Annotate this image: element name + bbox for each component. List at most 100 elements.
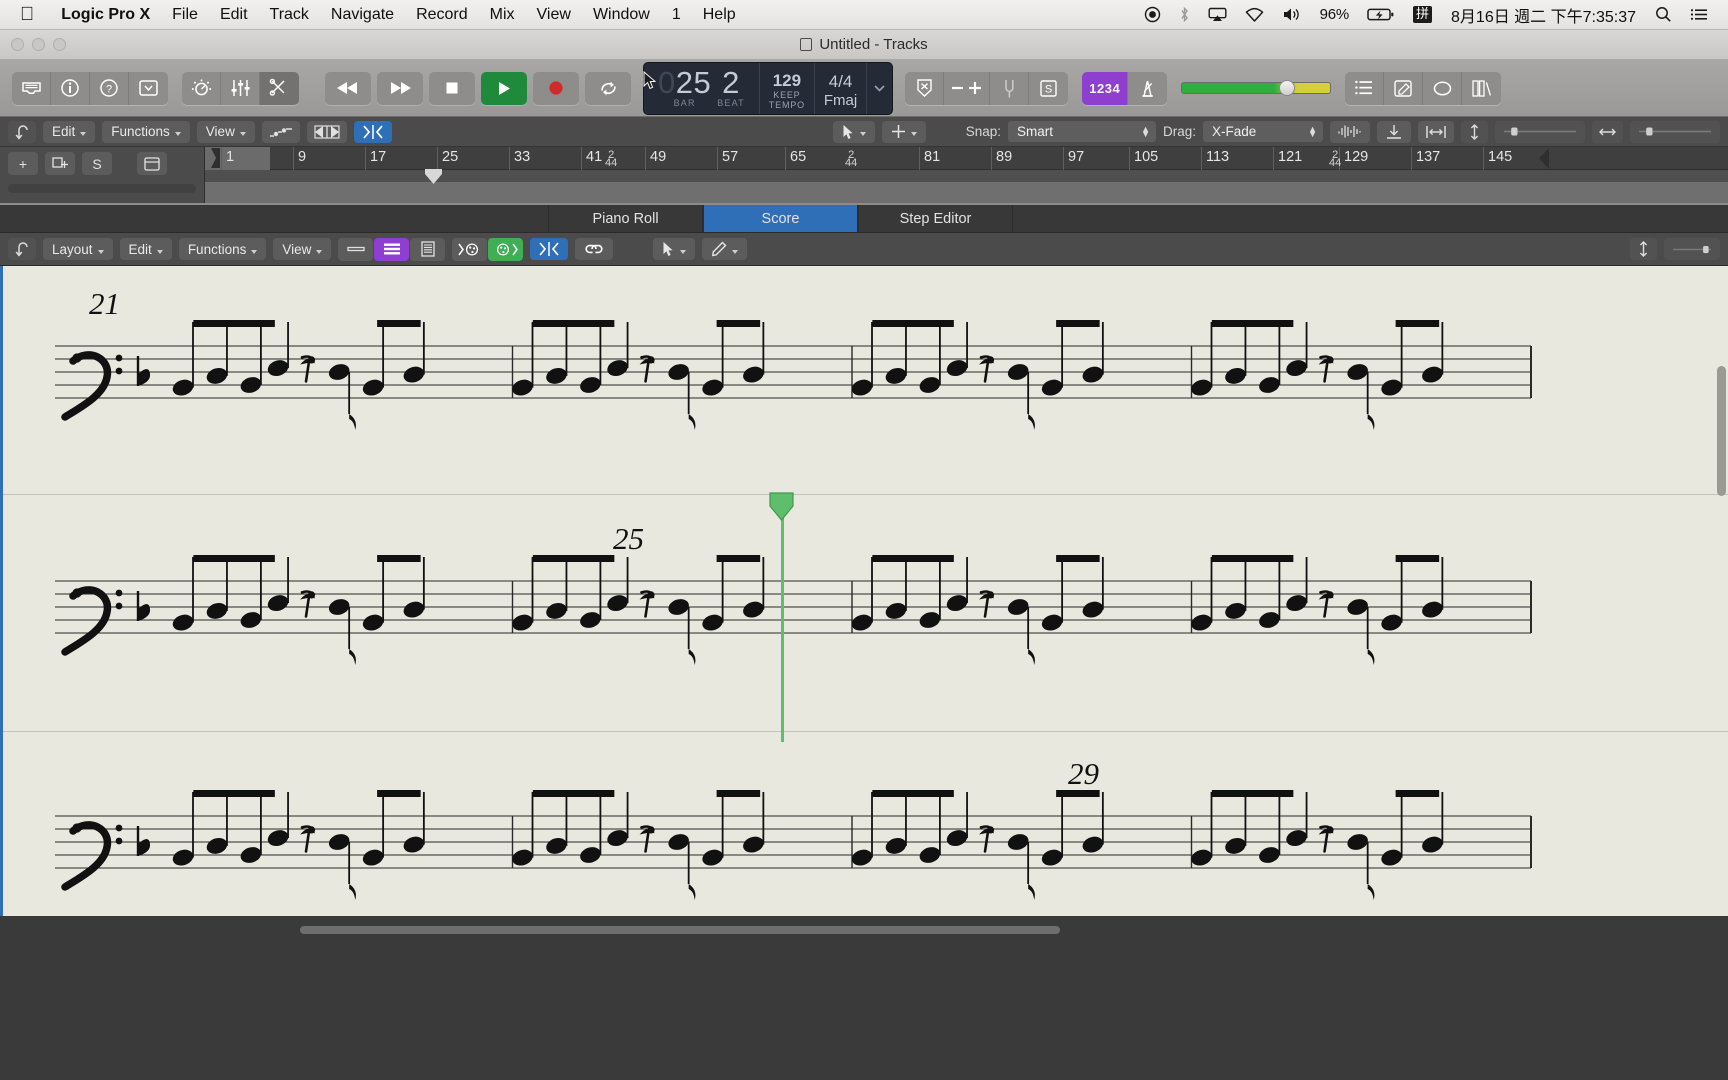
note-head[interactable] <box>544 365 569 386</box>
note-head[interactable] <box>1284 593 1309 614</box>
eighth-rest[interactable] <box>639 590 655 618</box>
note-head[interactable] <box>884 835 909 856</box>
notes-icon[interactable] <box>1384 71 1424 105</box>
note-head[interactable] <box>171 847 196 868</box>
list-editors-icon[interactable] <box>1345 71 1385 105</box>
eighth-rest[interactable] <box>979 825 995 853</box>
note-head[interactable] <box>239 375 264 396</box>
note-head[interactable] <box>1257 845 1282 866</box>
note-head[interactable] <box>945 358 970 379</box>
score-menu-view[interactable]: View <box>273 238 332 260</box>
volume-knob[interactable] <box>1279 80 1296 96</box>
flex-icon[interactable] <box>306 120 347 143</box>
count-in-icon[interactable]: 1234 <box>1082 71 1129 105</box>
menu-item-record[interactable]: Record <box>405 6 479 24</box>
note-head[interactable] <box>666 832 691 853</box>
automation-icon[interactable] <box>261 120 300 143</box>
spotlight-search-icon[interactable] <box>1646 6 1681 23</box>
note-head[interactable] <box>1189 612 1214 633</box>
note-head[interactable] <box>666 362 691 383</box>
note-head[interactable] <box>1345 597 1370 618</box>
note-head[interactable] <box>1257 375 1282 396</box>
solo-icon[interactable]: S <box>1029 71 1069 105</box>
playhead-marker-icon[interactable] <box>425 169 442 184</box>
note-head[interactable] <box>1379 377 1404 398</box>
tab-piano-roll[interactable]: Piano Roll <box>548 205 703 232</box>
note-head[interactable] <box>918 375 943 396</box>
note-head[interactable] <box>1081 834 1106 855</box>
note-head[interactable] <box>1223 365 1248 386</box>
note-head[interactable] <box>266 358 291 379</box>
playhead-handle-icon[interactable] <box>769 492 794 521</box>
zoom-horizontal-slider[interactable] <box>1630 120 1720 143</box>
eighth-rest[interactable] <box>979 590 995 618</box>
score-menu-functions[interactable]: Functions <box>178 238 267 260</box>
note-head[interactable] <box>327 362 352 383</box>
note-head[interactable] <box>945 593 970 614</box>
eighth-rest[interactable] <box>300 590 316 618</box>
tab-score[interactable]: Score <box>703 205 858 232</box>
menu-item-app[interactable]: Logic Pro X <box>50 6 161 24</box>
waveform-zoom-icon[interactable] <box>1330 120 1370 143</box>
eighth-rest[interactable] <box>300 825 316 853</box>
toolbar-toggle-icon[interactable] <box>129 71 168 105</box>
note-head[interactable] <box>327 597 352 618</box>
note-head[interactable] <box>1223 835 1248 856</box>
battery-charging-icon[interactable] <box>1358 6 1404 23</box>
linear-view-icon[interactable] <box>374 237 410 261</box>
zoom-vertical-icon[interactable] <box>1461 120 1488 143</box>
chevron-down-icon[interactable] <box>867 63 892 114</box>
note-color-right-icon[interactable] <box>488 237 524 261</box>
note-head[interactable] <box>1189 377 1214 398</box>
eighth-rest[interactable] <box>1318 590 1334 618</box>
arrange-menu-functions[interactable]: Functions <box>102 120 190 143</box>
note-head[interactable] <box>1257 610 1282 631</box>
horizontal-scrollbar[interactable] <box>300 926 1060 934</box>
cycle-button[interactable] <box>585 71 631 105</box>
note-head[interactable] <box>945 828 970 849</box>
fast-forward-button[interactable] <box>377 71 423 105</box>
staff-system-3[interactable] <box>55 790 1532 900</box>
back-arrow-icon[interactable] <box>8 120 36 143</box>
staff-system-1[interactable] <box>55 320 1532 430</box>
link-icon[interactable] <box>575 238 614 260</box>
note-head[interactable] <box>239 610 264 631</box>
eighth-rest[interactable] <box>1318 825 1334 853</box>
note-head[interactable] <box>205 600 230 621</box>
ruler-ticks-area[interactable]: 1 9 17 25 33 41 49 57 65 81 89 97 105 113 121 129 137 145… <box>205 147 1728 170</box>
note-head[interactable] <box>850 847 875 868</box>
music-staff-notation[interactable] <box>3 266 1728 916</box>
drag-select[interactable]: X-Fade ▲ ▼ <box>1203 121 1323 142</box>
note-head[interactable] <box>700 377 725 398</box>
note-head[interactable] <box>918 845 943 866</box>
stop-button[interactable] <box>429 71 475 105</box>
note-head[interactable] <box>741 599 766 620</box>
note-color-left-icon[interactable] <box>452 237 488 261</box>
plus-minus-icon[interactable] <box>944 71 991 105</box>
zoom-horizontal-icon[interactable] <box>1592 120 1623 143</box>
note-head[interactable] <box>850 377 875 398</box>
info-icon[interactable] <box>51 71 90 105</box>
track-header-scrollbar[interactable] <box>8 184 196 193</box>
lcd-tempo-section[interactable]: 129 KEEP TEMPO <box>760 62 815 114</box>
menu-item-file[interactable]: File <box>161 6 209 24</box>
note-head[interactable] <box>918 610 943 631</box>
note-head[interactable] <box>361 377 386 398</box>
eighth-rest[interactable] <box>979 355 995 383</box>
marquee-tool-icon[interactable] <box>881 120 926 143</box>
note-head[interactable] <box>605 828 630 849</box>
rewind-button[interactable] <box>325 71 371 105</box>
note-head[interactable] <box>361 612 386 633</box>
horizontal-zoom-icon[interactable] <box>1418 120 1454 143</box>
pointer-tool-icon[interactable] <box>653 238 696 260</box>
tuning-fork-icon[interactable] <box>990 71 1030 105</box>
menu-item-mix[interactable]: Mix <box>479 6 526 24</box>
mixer-icon[interactable] <box>221 71 260 105</box>
global-tracks-icon[interactable] <box>137 152 167 175</box>
tab-step-editor[interactable]: Step Editor <box>858 205 1013 232</box>
note-head[interactable] <box>1189 847 1214 868</box>
note-head[interactable] <box>741 364 766 385</box>
note-head[interactable] <box>402 364 427 385</box>
volume-icon[interactable] <box>1273 6 1311 23</box>
wifi-icon[interactable] <box>1236 6 1273 23</box>
